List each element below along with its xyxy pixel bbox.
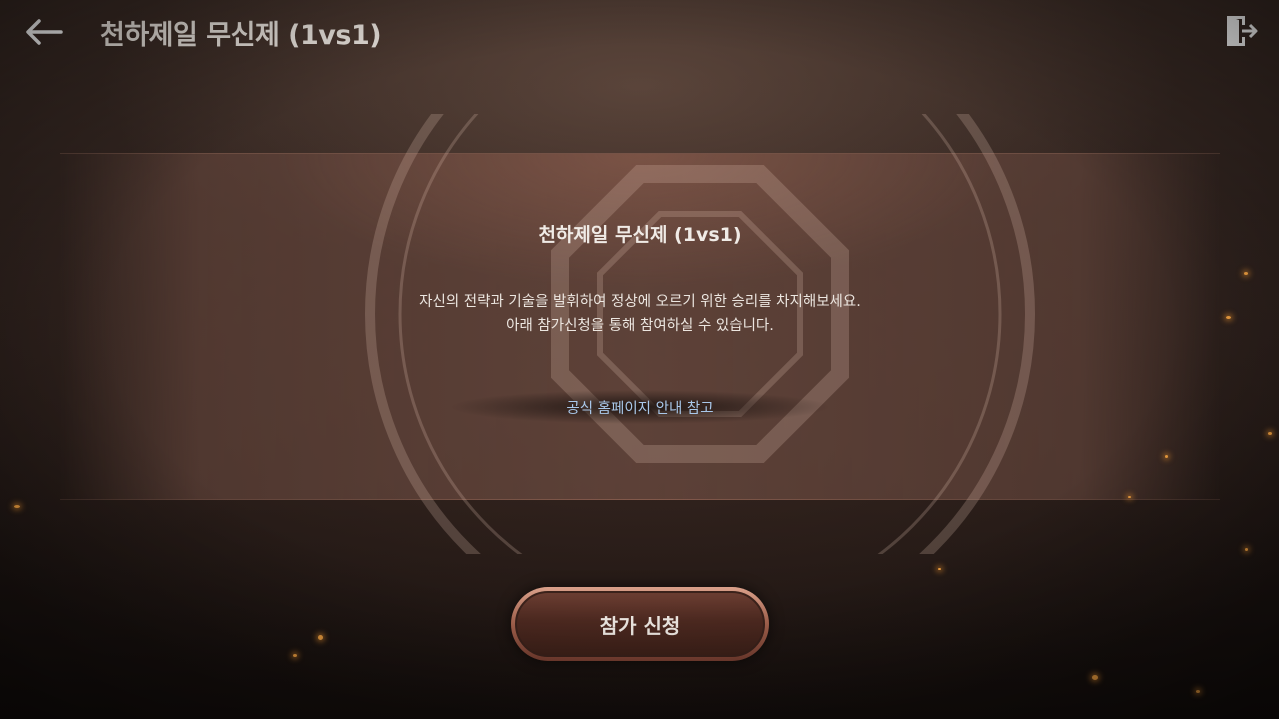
event-banner: 천하제일 무신제 (1vs1) 자신의 전략과 기술을 발휘하여 정상에 오르기… [60, 114, 1220, 554]
page-title: 천하제일 무신제 (1vs1) [100, 20, 382, 51]
ember-particle [293, 654, 297, 657]
homepage-link[interactable]: 공식 홈페이지 안내 참고 [450, 390, 830, 424]
exit-button[interactable] [1219, 10, 1263, 52]
ember-particle [1128, 496, 1131, 498]
arrow-left-icon [26, 19, 63, 45]
ember-particle [318, 635, 323, 640]
ember-particle [1244, 272, 1248, 275]
description-line-2: 아래 참가신청을 통해 참여하실 수 있습니다. [506, 318, 774, 334]
ember-particle [938, 568, 941, 570]
ember-particle [1226, 316, 1231, 319]
description-line-1: 자신의 전략과 기술을 발휘하여 정상에 오르기 위한 승리를 차지해보세요. [419, 294, 861, 310]
exit-door-icon [1227, 16, 1258, 46]
ember-particle [1092, 675, 1098, 680]
ember-particle [1196, 690, 1200, 693]
apply-button[interactable]: 참가 신청 [511, 587, 769, 661]
event-description: 자신의 전략과 기술을 발휘하여 정상에 오르기 위한 승리를 차지해보세요. … [60, 290, 1220, 338]
ember-particle [1165, 455, 1168, 458]
ember-particle [1268, 432, 1272, 435]
ember-particle [14, 505, 20, 508]
event-screen: 천하제일 무신제 (1vs1) 천하제일 무신제 (1vs1) 자신의 전략과 … [0, 0, 1279, 719]
back-button[interactable] [18, 10, 68, 54]
event-title: 천하제일 무신제 (1vs1) [538, 224, 742, 246]
ember-particle [1245, 548, 1248, 551]
apply-button-label: 참가 신청 [515, 591, 765, 657]
